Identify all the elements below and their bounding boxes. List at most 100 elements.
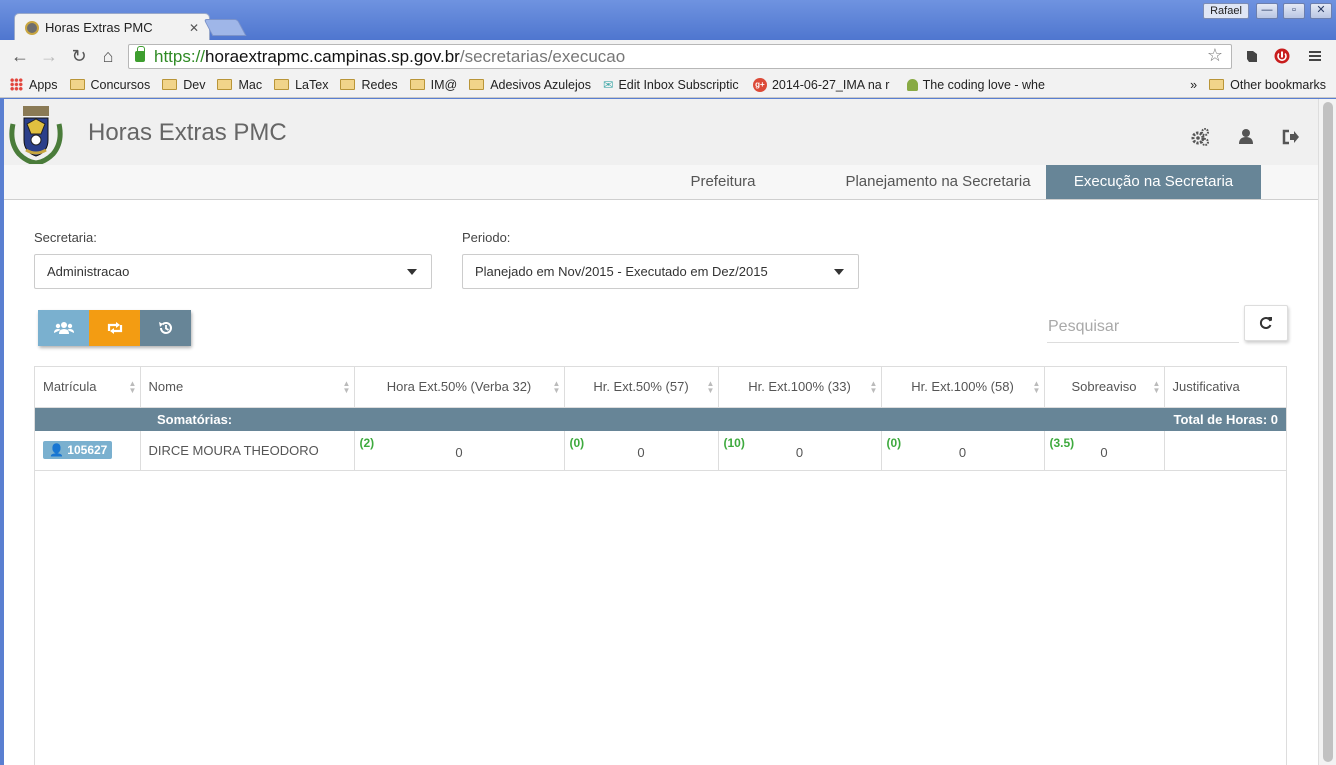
sort-icon: ▲ ▼ <box>128 379 137 395</box>
periodo-selected-value: Planejado em Nov/2015 - Executado em Dez… <box>475 264 768 279</box>
summary-label: Somatórias: <box>140 407 881 431</box>
inbox-icon: ✉ <box>602 78 614 92</box>
bookmark-folder[interactable]: Concursos <box>69 78 150 92</box>
sort-icon: ▲ ▼ <box>706 379 715 395</box>
settings-gears-icon[interactable] <box>1190 127 1210 147</box>
hours-limit: (0) <box>569 436 585 450</box>
history-button[interactable] <box>140 310 191 346</box>
chevron-down-icon <box>407 269 417 275</box>
scrollbar-thumb[interactable] <box>1323 102 1333 762</box>
user-icon: 👤 <box>49 443 64 458</box>
bookmark-folder[interactable]: Mac <box>217 78 262 92</box>
forward-arrow-icon[interactable]: → <box>38 45 60 67</box>
app-header: Horas Extras PMC <box>4 99 1318 165</box>
coding-love-icon <box>906 78 918 91</box>
column-header-hr-ext-100-33[interactable]: Hr. Ext.100% (33) ▲ ▼ <box>718 367 882 408</box>
bookmark-folder[interactable]: LaTex <box>274 78 328 92</box>
bookmark-link[interactable]: ✉ Edit Inbox Subscriptic <box>602 77 741 93</box>
back-arrow-icon[interactable]: ← <box>9 45 31 67</box>
nav-execucao[interactable]: Execução na Secretaria <box>1046 165 1261 199</box>
app-title: Horas Extras PMC <box>88 119 287 146</box>
page: Horas Extras PMC Prefeitura Planejamento… <box>4 99 1318 765</box>
folder-icon <box>469 79 485 90</box>
users-button[interactable] <box>38 310 89 346</box>
transfer-button[interactable] <box>89 310 140 346</box>
column-header-matricula[interactable]: Matrícula ▲ ▼ <box>35 367 141 408</box>
hours-limit: (2) <box>359 436 375 450</box>
hours-cell[interactable]: (2) 0 <box>354 431 565 471</box>
sort-icon: ▲ ▼ <box>552 379 561 395</box>
nav-prefeitura[interactable]: Prefeitura <box>666 165 780 199</box>
apps-grid-icon <box>10 78 23 91</box>
column-header-justificativa[interactable]: Justificativa <box>1164 367 1286 408</box>
hours-limit: (3.5) <box>1049 436 1075 450</box>
sort-icon: ▲ ▼ <box>869 379 878 395</box>
column-header-hr-ext-50-57[interactable]: Hr. Ext.50% (57) ▲ ▼ <box>564 367 719 408</box>
chevron-down-icon <box>834 269 844 275</box>
tab-close-icon[interactable]: ✕ <box>189 21 199 35</box>
reload-icon[interactable]: ↻ <box>68 45 90 67</box>
folder-icon <box>217 79 233 90</box>
bookmarks-bar: Apps Concursos Dev Mac LaTex Redes IM@ A… <box>0 72 1336 98</box>
more-bookmarks-button[interactable]: » <box>1190 78 1197 92</box>
campinas-coat-of-arms-logo[interactable] <box>7 102 65 164</box>
user-icon[interactable] <box>1236 127 1256 147</box>
secretaria-label: Secretaria: <box>34 230 97 245</box>
refresh-button[interactable] <box>1244 305 1288 341</box>
action-button-group <box>38 310 191 346</box>
home-icon[interactable]: ⌂ <box>97 45 119 67</box>
evernote-extension-icon[interactable] <box>1244 48 1260 64</box>
menu-icon[interactable] <box>1307 48 1323 64</box>
nome-cell: DIRCE MOURA THEODORO <box>140 431 355 471</box>
hours-limit: (10) <box>723 436 745 450</box>
hours-cell[interactable]: (0) 0 <box>564 431 719 471</box>
stop-extension-icon[interactable] <box>1274 48 1290 64</box>
close-window-button[interactable]: ✕ <box>1310 3 1332 19</box>
column-header-nome[interactable]: Nome ▲ ▼ <box>140 367 355 408</box>
hours-value: 0 <box>455 444 463 460</box>
column-header-hora-ext-50-verba-32[interactable]: Hora Ext.50% (Verba 32) ▲ ▼ <box>354 367 565 408</box>
lock-icon <box>135 46 145 62</box>
address-bar[interactable]: https://horaextrapmc.campinas.sp.gov.br /… <box>128 44 1232 69</box>
folder-icon <box>409 79 425 90</box>
hours-cell[interactable]: (0) 0 <box>881 431 1045 471</box>
hours-cell[interactable]: (3.5) 0 <box>1044 431 1165 471</box>
url-host: horaextrapmc.campinas.sp.gov.br <box>205 46 460 66</box>
hours-limit: (0) <box>886 436 902 450</box>
logout-icon[interactable] <box>1281 127 1301 147</box>
bookmark-link[interactable]: g+ 2014-06-27_IMA na r <box>752 77 895 92</box>
secretaria-selected-value: Administracao <box>47 264 130 279</box>
sort-icon: ▲ ▼ <box>1152 379 1161 395</box>
secretaria-select[interactable]: Administracao <box>34 254 432 289</box>
browser-tab[interactable]: Horas Extras PMC ✕ <box>14 13 210 41</box>
periodo-label: Periodo: <box>462 230 511 245</box>
bookmark-folder[interactable]: Redes <box>340 78 398 92</box>
justificativa-cell[interactable] <box>1164 431 1286 471</box>
hours-cell[interactable]: (10) 0 <box>718 431 882 471</box>
periodo-select[interactable]: Planejado em Nov/2015 - Executado em Dez… <box>462 254 859 289</box>
bookmark-link[interactable]: The coding love - whe <box>906 78 1045 92</box>
bookmark-star-icon[interactable]: ☆ <box>1207 45 1223 66</box>
matricula-badge[interactable]: 👤 105627 <box>43 441 113 460</box>
search-input[interactable] <box>1047 311 1239 343</box>
minimize-button[interactable]: — <box>1256 3 1278 19</box>
page-scrollbar[interactable] <box>1318 99 1336 765</box>
bookmark-apps[interactable]: Apps <box>10 78 58 92</box>
table-row[interactable]: 👤 105627 DIRCE MOURA THEODORO (2) 0 (0) 0 … <box>35 431 1286 471</box>
summary-row: Somatórias: Total de Horas: 0 <box>35 407 1286 431</box>
column-header-sobreaviso[interactable]: Sobreaviso ▲ ▼ <box>1044 367 1165 408</box>
url-path: /secretarias/execucao <box>459 46 626 66</box>
folder-icon <box>340 79 356 90</box>
bookmark-folder[interactable]: Dev <box>162 78 205 92</box>
column-header-hr-ext-100-58[interactable]: Hr. Ext.100% (58) ▲ ▼ <box>881 367 1045 408</box>
hours-value: 0 <box>637 444 645 460</box>
tab-title: Horas Extras PMC <box>45 20 153 35</box>
bookmark-folder[interactable]: Adesivos Azulejos <box>469 78 591 92</box>
bookmark-folder[interactable]: IM@ <box>409 78 457 92</box>
folder-icon <box>162 79 178 90</box>
other-bookmarks[interactable]: Other bookmarks <box>1209 78 1326 92</box>
maximize-button[interactable]: ▫ <box>1283 3 1305 19</box>
nav-planejamento[interactable]: Planejamento na Secretaria <box>834 165 1042 199</box>
matricula-cell: 👤 105627 <box>35 431 141 471</box>
browser-user-badge[interactable]: Rafael <box>1203 3 1249 19</box>
